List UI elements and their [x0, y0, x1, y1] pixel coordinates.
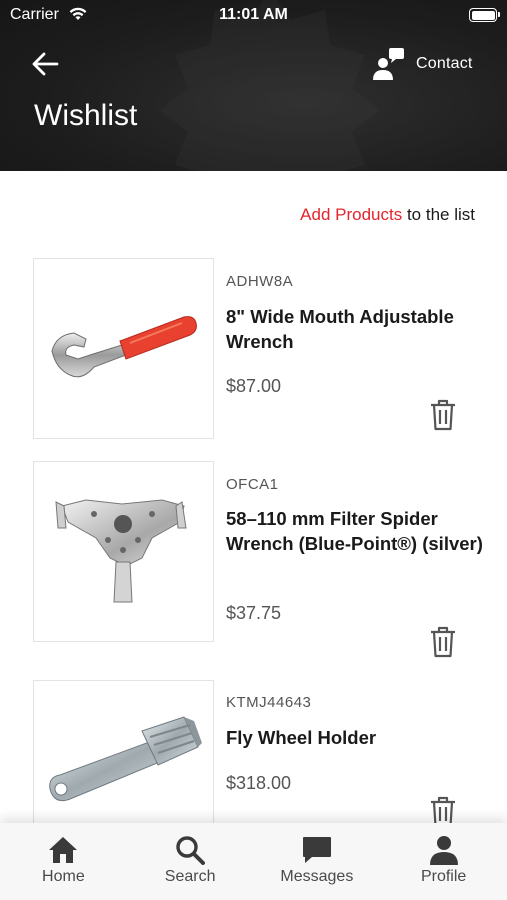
message-icon — [302, 837, 331, 863]
adjustable-wrench-image — [51, 316, 197, 378]
tab-profile[interactable]: Profile — [380, 823, 507, 900]
product-price: $318.00 — [226, 773, 292, 793]
tab-home[interactable]: Home — [0, 823, 127, 900]
trash-icon[interactable] — [428, 625, 458, 659]
trash-icon[interactable] — [428, 398, 458, 432]
product-thumbnail[interactable] — [33, 461, 214, 642]
back-arrow-icon[interactable] — [30, 50, 60, 78]
header: Carrier 11:01 AM Contact Wishlist — [0, 0, 507, 171]
filter-spider-wrench-image — [55, 499, 187, 603]
contact-label: Contact — [416, 55, 473, 72]
add-products-link[interactable]: Add Products — [300, 205, 402, 224]
status-time: 11:01 AM — [219, 6, 288, 23]
tab-messages[interactable]: Messages — [254, 823, 381, 900]
product-sku: OFCA1 — [226, 476, 279, 493]
profile-icon — [429, 836, 458, 865]
product-thumbnail[interactable] — [33, 258, 214, 439]
product-price: $37.75 — [226, 603, 282, 623]
tab-home-label: Home — [42, 868, 85, 885]
status-bar: Carrier 11:01 AM — [0, 0, 507, 32]
tab-search-label: Search — [164, 868, 216, 885]
contact-person-icon — [373, 48, 404, 80]
product-name[interactable]: Fly Wheel Holder — [226, 725, 486, 750]
bottom-tab-bar: Home Search Messages Profile — [0, 823, 507, 900]
contact-button[interactable]: Contact — [372, 46, 473, 82]
add-products-line: Add Products to the list — [300, 205, 475, 225]
battery-icon — [469, 8, 500, 22]
add-products-suffix: to the list — [402, 205, 475, 224]
search-icon — [176, 836, 206, 865]
tab-profile-label: Profile — [420, 868, 467, 885]
product-sku: ADHW8A — [226, 273, 294, 290]
product-name[interactable]: 58–110 mm Filter Spider Wrench (Blue-Poi… — [226, 506, 486, 556]
home-icon — [49, 837, 78, 863]
tab-messages-label: Messages — [280, 868, 354, 885]
page-title: Wishlist — [34, 99, 138, 132]
product-name[interactable]: 8" Wide Mouth Adjustable Wrench — [226, 304, 486, 354]
product-price: $87.00 — [226, 376, 282, 396]
tab-search[interactable]: Search — [127, 823, 254, 900]
product-sku: KTMJ44643 — [226, 694, 312, 711]
